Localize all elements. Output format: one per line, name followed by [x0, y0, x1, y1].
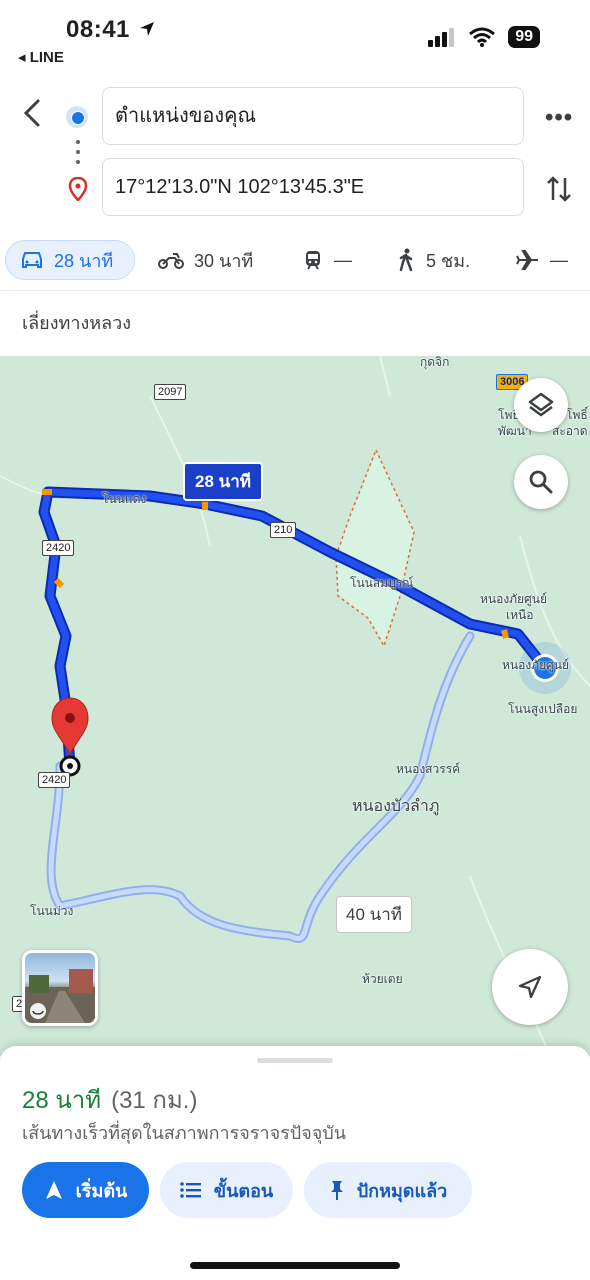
place-label: โนนม่วง: [30, 904, 74, 918]
airplane-icon: [516, 250, 538, 270]
map-view[interactable]: กุดจิก โนนแดง โนนสมบูรณ์ หนองภัยศูนย์ เห…: [0, 356, 590, 1056]
mode-motorcycle-label: 30 นาที: [194, 250, 254, 271]
travel-mode-bar: 28 นาที 30 นาที — 5 ชม. —: [0, 240, 590, 286]
road-shield: 2420: [42, 540, 75, 556]
my-location-button[interactable]: [492, 949, 568, 1025]
steps-button-label: ขั้นตอน: [213, 1180, 274, 1201]
search-icon: [529, 470, 553, 494]
mode-transit-tab[interactable]: —: [302, 240, 352, 280]
place-label: เหนือ: [506, 608, 534, 622]
cellular-signal-icon: [428, 28, 455, 47]
place-label: กุดจิก: [420, 356, 450, 369]
alt-route-time-label[interactable]: 40 นาที: [336, 896, 413, 933]
pinned-button[interactable]: ปักหมุดแล้ว: [304, 1162, 472, 1218]
car-icon: [22, 252, 42, 268]
route-summary: 28 นาที (31 กม.): [22, 1080, 197, 1119]
battery-indicator: 99: [508, 26, 540, 48]
place-label: หนองบัวลำภู: [352, 798, 440, 815]
status-bar: 08:41 ◂ LINE 99: [0, 0, 590, 80]
walking-icon: [399, 248, 413, 272]
navigation-arrow-icon: [518, 975, 542, 999]
layers-button[interactable]: [514, 378, 568, 432]
origin-dot-icon: [66, 106, 88, 128]
mode-motorcycle-tab[interactable]: 30 นาที: [158, 240, 253, 280]
mode-walk-label: 5 ชม.: [426, 250, 471, 271]
place-label: โนนแดง: [102, 492, 147, 506]
route-duration: 28 นาที: [22, 1087, 102, 1114]
road-shield: 2420: [38, 772, 71, 788]
mode-drive-tab[interactable]: 28 นาที: [5, 240, 135, 280]
road-shield: 210: [270, 522, 297, 538]
search-button[interactable]: [514, 455, 568, 509]
sheet-drag-handle[interactable]: [257, 1058, 333, 1063]
back-arrow-icon[interactable]: [18, 98, 46, 128]
back-to-app-link[interactable]: ◂ LINE: [18, 48, 64, 66]
road-shield: 2097: [154, 384, 187, 400]
place-label: โนนสูงเปลือย: [508, 702, 578, 716]
list-icon: [179, 1182, 201, 1198]
swap-icon[interactable]: [546, 174, 572, 204]
street-view-thumbnail[interactable]: [22, 950, 98, 1026]
mode-flight-label: —: [550, 249, 568, 270]
wifi-icon: [469, 27, 496, 47]
route-distance: (31 กม.): [111, 1087, 198, 1114]
layers-icon: [528, 392, 554, 417]
start-button-label: เริ่มต้น: [75, 1180, 128, 1201]
destination-marker: [51, 697, 89, 756]
location-arrow-icon: [140, 22, 154, 36]
more-options-icon[interactable]: •••: [545, 104, 573, 132]
place-label: ห้วยเตย: [362, 972, 403, 986]
clock: 08:41: [66, 16, 130, 43]
mode-walk-tab[interactable]: 5 ชม.: [396, 240, 470, 280]
place-label: หนองสวรรค์: [396, 762, 461, 776]
route-dots-icon: [76, 140, 80, 166]
street-view-image: [25, 969, 95, 1023]
park-area: [335, 448, 415, 648]
pin-icon: [330, 1181, 343, 1200]
mode-flight-tab[interactable]: —: [516, 240, 568, 280]
start-button[interactable]: เริ่มต้น: [22, 1162, 149, 1218]
train-icon: [306, 251, 320, 270]
destination-input[interactable]: 17°12'13.0"N 102°13'45.3"E: [102, 158, 524, 216]
navigate-icon: [45, 1181, 62, 1199]
route-description: เส้นทางเร็วที่สุดในสภาพการจราจรปัจจุบัน: [22, 1123, 347, 1143]
mode-drive-label: 28 นาที: [54, 250, 114, 271]
home-indicator[interactable]: [190, 1262, 400, 1269]
route-summary-sheet: 28 นาที (31 กม.) เส้นทางเร็วที่สุดในสภาพก…: [0, 1046, 590, 1280]
mode-transit-label: —: [334, 249, 352, 270]
pinned-button-label: ปักหมุดแล้ว: [356, 1180, 448, 1201]
steps-button[interactable]: ขั้นตอน: [160, 1162, 293, 1218]
motorcycle-icon: [158, 253, 184, 269]
destination-pin-icon: [68, 177, 88, 201]
origin-input[interactable]: ตำแหน่งของคุณ: [102, 87, 524, 145]
avoid-highways-option[interactable]: เลี่ยงทางหลวง: [0, 290, 590, 356]
place-label: หนองภัยศูนย์: [502, 658, 569, 672]
route-header: ตำแหน่งของคุณ 17°12'13.0"N 102°13'45.3"E…: [0, 80, 590, 240]
route-time-label[interactable]: 28 นาที: [183, 462, 264, 501]
place-label: โนนสมบูรณ์: [350, 576, 414, 590]
